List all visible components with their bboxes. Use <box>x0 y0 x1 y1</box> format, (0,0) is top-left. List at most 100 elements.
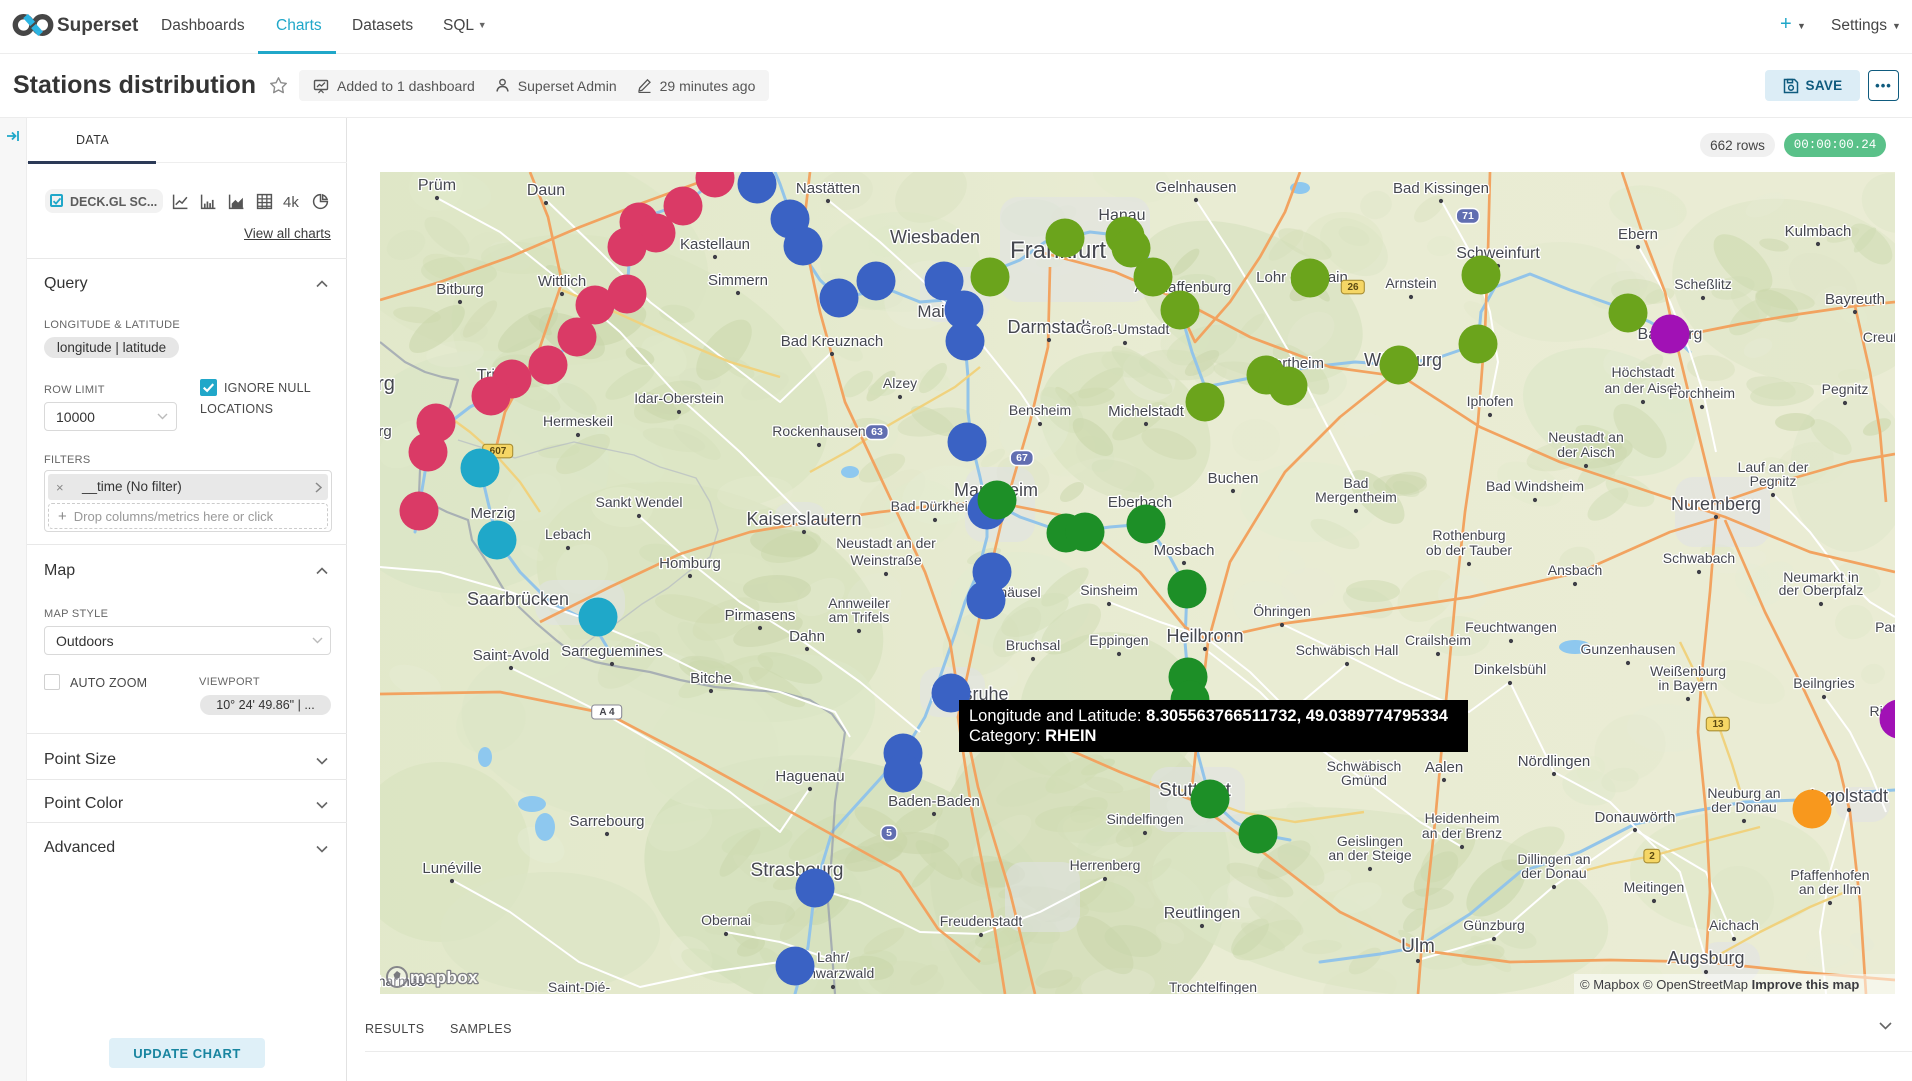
svg-text:Pegnitz: Pegnitz <box>1822 381 1869 397</box>
svg-text:26: 26 <box>1347 282 1359 293</box>
svg-text:Günzburg: Günzburg <box>1463 917 1524 933</box>
svg-text:Sinsheim: Sinsheim <box>1080 582 1138 598</box>
svg-text:Baden-Baden: Baden-Baden <box>888 793 980 810</box>
svg-text:Arnstein: Arnstein <box>1385 275 1436 291</box>
svg-text:Ebern: Ebern <box>1618 226 1658 243</box>
svg-text:Heidenheim: Heidenheim <box>1425 810 1500 826</box>
svg-text:Heilbronn: Heilbronn <box>1166 626 1243 646</box>
svg-text:Haguenau: Haguenau <box>775 768 844 785</box>
svg-text:Pegnitz: Pegnitz <box>1750 473 1797 489</box>
svg-text:Kaiserslautern: Kaiserslautern <box>746 509 861 529</box>
svg-text:Bruchsal: Bruchsal <box>1006 637 1060 653</box>
svg-text:Forchheim: Forchheim <box>1669 385 1735 401</box>
svg-text:in Bayern: in Bayern <box>1658 677 1717 693</box>
svg-text:Nördlingen: Nördlingen <box>1518 753 1591 770</box>
svg-text:Pirmasens: Pirmasens <box>725 607 796 624</box>
svg-text:Bad Kissingen: Bad Kissingen <box>1393 180 1489 197</box>
svg-text:Aalen: Aalen <box>1425 759 1463 776</box>
svg-text:Neustadt an der: Neustadt an der <box>836 535 936 551</box>
svg-text:Nastätten: Nastätten <box>796 180 860 197</box>
svg-text:Bad Windsheim: Bad Windsheim <box>1486 478 1584 494</box>
svg-text:Bitburg: Bitburg <box>436 281 484 298</box>
svg-text:2: 2 <box>1649 851 1655 862</box>
svg-text:Mergentheim: Mergentheim <box>1315 489 1397 505</box>
svg-text:rg: rg <box>380 423 392 440</box>
svg-text:Neustadt an: Neustadt an <box>1548 429 1624 445</box>
svg-text:Groß-Umstadt: Groß-Umstadt <box>1081 321 1170 337</box>
svg-text:häusel: häusel <box>999 584 1040 600</box>
svg-text:der Oberpfalz: der Oberpfalz <box>1779 582 1864 598</box>
svg-text:Reutlingen: Reutlingen <box>1164 905 1241 922</box>
svg-text:Bad Kreuznach: Bad Kreuznach <box>781 333 884 350</box>
svg-text:Höchstadt: Höchstadt <box>1611 364 1674 380</box>
svg-text:der Donau: der Donau <box>1521 865 1586 881</box>
svg-text:Homburg: Homburg <box>659 555 721 572</box>
svg-text:Dahn: Dahn <box>789 628 825 645</box>
svg-text:Beilngries: Beilngries <box>1793 675 1854 691</box>
svg-text:Merzig: Merzig <box>470 505 515 522</box>
svg-text:5: 5 <box>886 827 892 839</box>
svg-text:Creußen: Creußen <box>1863 329 1895 345</box>
svg-text:Hermeskeil: Hermeskeil <box>543 413 613 429</box>
svg-text:Dinkelsbühl: Dinkelsbühl <box>1474 661 1546 677</box>
svg-text:Eppingen: Eppingen <box>1089 632 1148 648</box>
svg-text:71: 71 <box>1462 210 1474 222</box>
svg-text:Augsburg: Augsburg <box>1667 948 1744 968</box>
svg-text:Schwäbisch Hall: Schwäbisch Hall <box>1296 642 1399 658</box>
svg-text:Lunéville: Lunéville <box>422 860 481 877</box>
svg-text:Feuchtwangen: Feuchtwangen <box>1465 619 1557 635</box>
svg-text:an der Brenz: an der Brenz <box>1422 825 1502 841</box>
svg-text:Kulmbach: Kulmbach <box>1785 223 1852 240</box>
svg-text:Idar-Oberstein: Idar-Oberstein <box>634 390 723 406</box>
svg-text:Gelnhausen: Gelnhausen <box>1156 179 1237 196</box>
svg-text:rg: rg <box>380 373 395 395</box>
svg-text:Aichach: Aichach <box>1709 917 1759 933</box>
svg-text:Prüm: Prüm <box>418 177 456 194</box>
svg-text:Michelstadt: Michelstadt <box>1108 403 1185 420</box>
svg-text:Ansbach: Ansbach <box>1548 562 1602 578</box>
svg-text:Gunzenhausen: Gunzenhausen <box>1581 641 1676 657</box>
svg-text:Herrenberg: Herrenberg <box>1070 857 1141 873</box>
svg-text:Buchen: Buchen <box>1208 470 1259 487</box>
svg-text:an der Steige: an der Steige <box>1328 847 1411 863</box>
svg-text:Darmstadt: Darmstadt <box>1007 317 1090 337</box>
svg-text:Saint-Avold: Saint-Avold <box>473 647 549 664</box>
svg-text:Bensheim: Bensheim <box>1009 402 1071 418</box>
svg-text:Wiesbaden: Wiesbaden <box>890 227 980 247</box>
svg-text:Obernai: Obernai <box>701 912 751 928</box>
svg-text:Wittlich: Wittlich <box>538 273 586 290</box>
svg-text:Sindelfingen: Sindelfingen <box>1106 811 1183 827</box>
svg-text:Donauwörth: Donauwörth <box>1595 809 1676 826</box>
svg-text:A 4: A 4 <box>599 707 615 718</box>
svg-text:Rockenhausen: Rockenhausen <box>772 423 865 439</box>
svg-text:Simmern: Simmern <box>708 272 768 289</box>
svg-text:Rothenburg: Rothenburg <box>1432 527 1505 543</box>
svg-text:Meitingen: Meitingen <box>1624 879 1685 895</box>
svg-text:Lahr/: Lahr/ <box>817 949 849 965</box>
svg-text:Scheßlitz: Scheßlitz <box>1674 276 1732 292</box>
svg-text:Saint-Dié-: Saint-Dié- <box>548 979 611 994</box>
svg-text:Gmünd: Gmünd <box>1341 772 1387 788</box>
svg-text:Kastellaun: Kastellaun <box>680 236 750 253</box>
svg-text:Freudenstadt: Freudenstadt <box>940 913 1023 929</box>
svg-text:67: 67 <box>1016 452 1028 464</box>
svg-text:Nuremberg: Nuremberg <box>1671 494 1761 514</box>
svg-text:am Trifels: am Trifels <box>829 609 890 625</box>
svg-text:mapbox: mapbox <box>410 968 478 987</box>
svg-text:Lebach: Lebach <box>545 526 591 542</box>
svg-text:Schwabach: Schwabach <box>1663 550 1735 566</box>
svg-text:Weinstraße: Weinstraße <box>850 552 922 568</box>
svg-text:Schweinfurt: Schweinfurt <box>1456 245 1540 262</box>
svg-text:Trochtelfingen: Trochtelfingen <box>1169 979 1257 994</box>
svg-text:Sarreguemines: Sarreguemines <box>561 643 663 660</box>
svg-text:an der Ilm: an der Ilm <box>1799 881 1861 897</box>
svg-text:Crailsheim: Crailsheim <box>1405 632 1471 648</box>
svg-text:Sarrebourg: Sarrebourg <box>569 813 644 830</box>
svg-text:Bayreuth: Bayreuth <box>1825 291 1885 308</box>
svg-text:Mosbach: Mosbach <box>1154 542 1215 559</box>
svg-text:Par: Par <box>1875 619 1895 635</box>
svg-text:Iphofen: Iphofen <box>1467 393 1514 409</box>
svg-text:Saarbrücken: Saarbrücken <box>467 589 569 609</box>
svg-text:Bad Dürkheim: Bad Dürkheim <box>891 498 980 514</box>
svg-text:Öhringen: Öhringen <box>1253 602 1311 619</box>
